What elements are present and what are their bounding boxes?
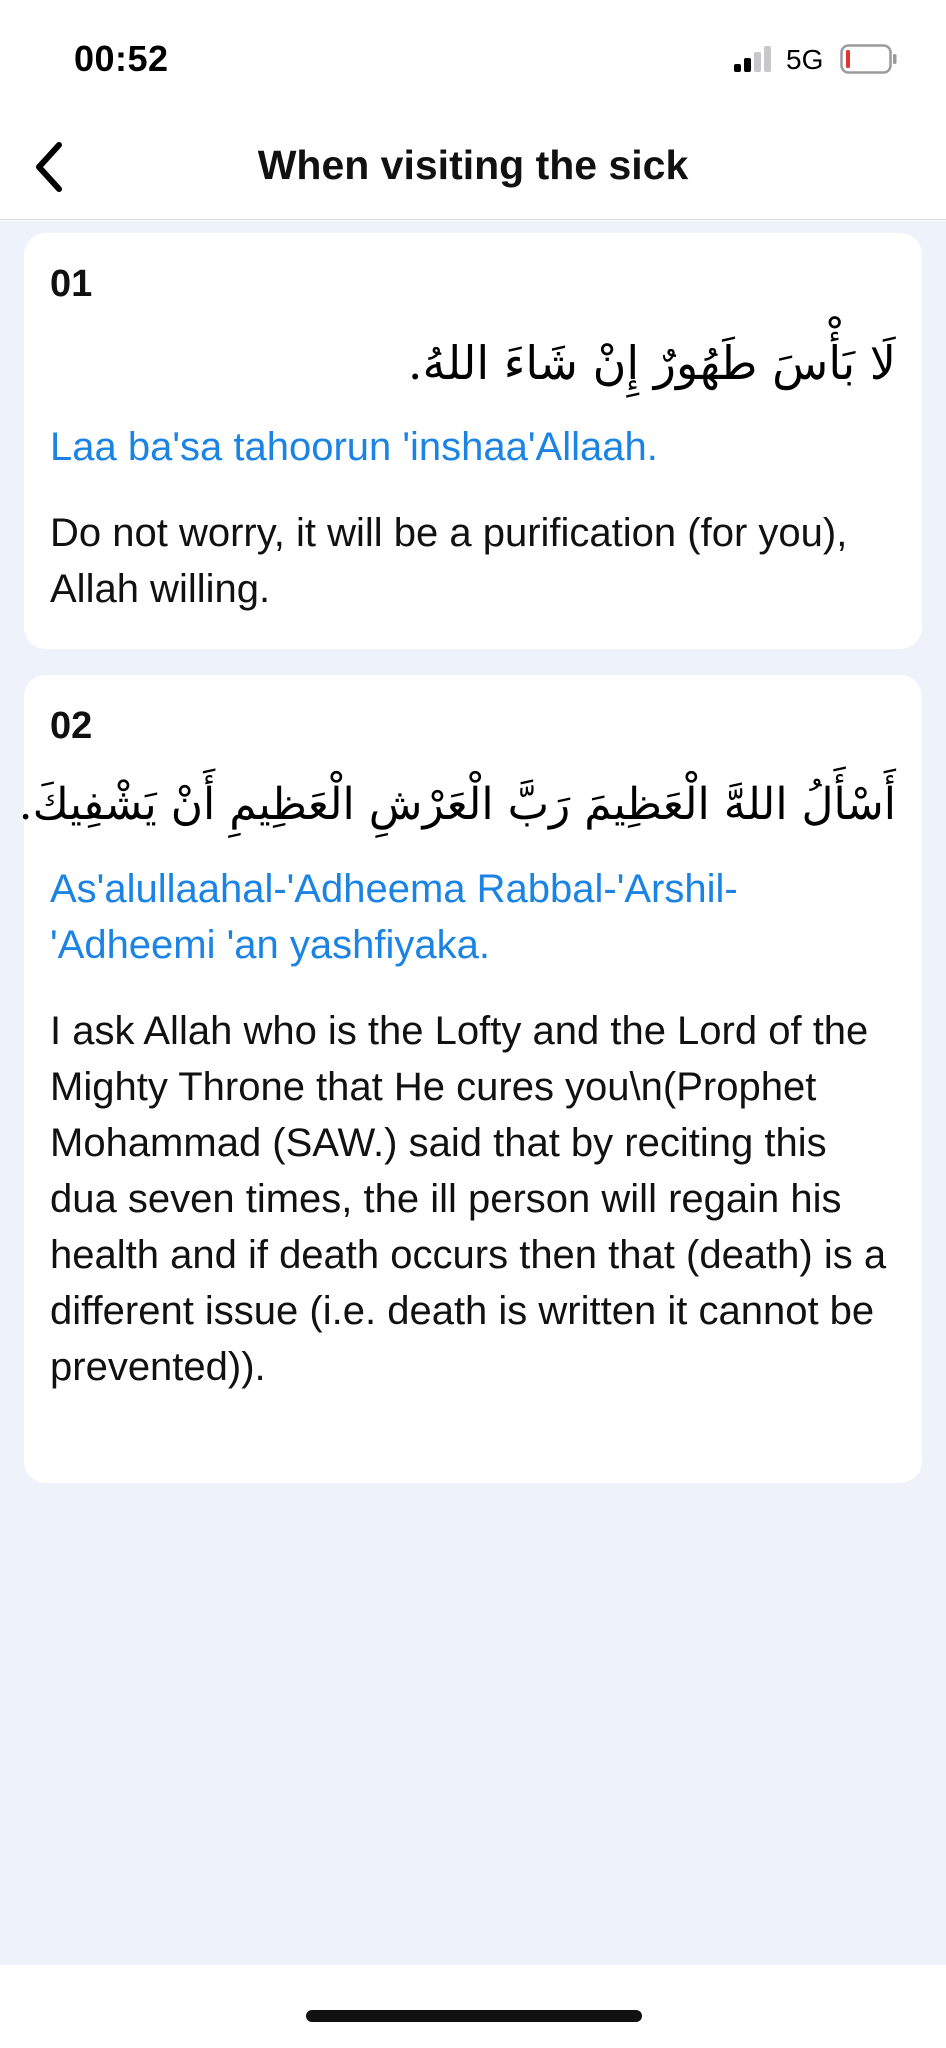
dua-list[interactable]: 01 لَا بَأْسَ طَهُورٌ إِنْ شَاءَ اللهُ. … xyxy=(0,221,946,1965)
dua-translation: Do not worry, it will be a purification … xyxy=(50,511,848,611)
nav-bar: When visiting the sick xyxy=(0,118,946,220)
status-time: 00:52 xyxy=(74,38,169,79)
dua-card: 01 لَا بَأْسَ طَهُورٌ إِنْ شَاءَ اللهُ. … xyxy=(24,233,922,649)
dua-number: 01 xyxy=(50,263,93,305)
dua-number: 02 xyxy=(50,705,93,747)
status-bar: 00:52 5G xyxy=(0,0,946,118)
dua-arabic: لَا بَأْسَ طَهُورٌ إِنْ شَاءَ اللهُ. xyxy=(407,336,896,390)
dua-translation: I ask Allah who is the Lofty and the Lor… xyxy=(50,1009,887,1389)
home-indicator[interactable] xyxy=(306,2010,642,2022)
network-type: 5G xyxy=(786,44,824,75)
battery-icon xyxy=(840,44,897,74)
dua-arabic: أَسْأَلُ اللهَّ الْعَظِيمَ رَبَّ الْعَرْ… xyxy=(18,779,896,830)
signal-icon xyxy=(734,46,771,72)
dua-transliteration: Laa ba'sa tahoorun 'inshaa'Allaah. xyxy=(50,425,658,469)
page-title: When visiting the sick xyxy=(257,142,689,188)
dua-transliteration: As'alullaahal-'Adheema Rabbal-'Arshil-'A… xyxy=(50,867,738,967)
dua-card: 02 أَسْأَلُ اللهَّ الْعَظِيمَ رَبَّ الْع… xyxy=(18,675,922,1483)
